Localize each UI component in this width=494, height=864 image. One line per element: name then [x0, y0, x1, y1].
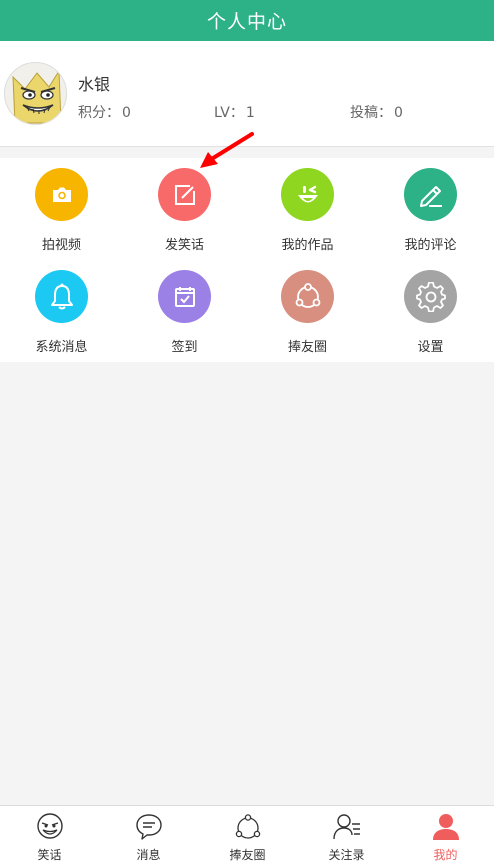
tab-label: 捧友圈	[229, 848, 266, 862]
menu-item-my-comments[interactable]: 我的评论	[369, 158, 492, 260]
menu-item-label: 设置	[417, 340, 444, 355]
wink-face-icon	[297, 185, 318, 202]
menu-item-icon-bg	[158, 168, 211, 221]
tab-label: 消息	[136, 848, 161, 862]
page-title: 个人中心	[206, 11, 287, 33]
pencil-icon	[419, 185, 442, 207]
level-stat: LV： 1	[214, 102, 255, 122]
score-label: 积分：	[78, 105, 120, 121]
circle-nodes-icon	[295, 282, 320, 308]
menu-item-settings[interactable]: 设置	[369, 260, 492, 362]
tab-messages[interactable]: 消息	[99, 806, 198, 864]
score-value: 0	[122, 105, 131, 121]
menu-item-post-joke[interactable]: 发笑话	[123, 158, 246, 260]
menu-item-icon-bg	[404, 168, 457, 221]
username: 水银	[78, 75, 111, 94]
edit-icon	[174, 184, 195, 205]
cartoon-face-icon	[12, 69, 62, 124]
person-icon	[433, 814, 459, 840]
bell-icon	[50, 283, 73, 309]
title-bar: 个人中心	[0, 0, 494, 41]
menu-item-label: 发笑话	[164, 238, 204, 253]
menu-item-system-messages[interactable]: 系统消息	[0, 260, 123, 362]
annotation-arrow-icon	[200, 132, 254, 168]
menu-item-icon-bg	[281, 168, 334, 221]
menu-item-icon-bg	[158, 270, 211, 323]
contacts-icon	[333, 814, 360, 840]
menu-item-sign-in[interactable]: 签到	[123, 260, 246, 362]
chat-bubble-icon	[136, 814, 162, 840]
posts-label: 投稿：	[350, 105, 392, 121]
tab-label: 笑话	[37, 848, 62, 862]
gear-icon	[415, 281, 446, 312]
menu-item-icon-bg	[404, 270, 457, 323]
menu-item-label: 拍视频	[41, 238, 81, 253]
menu-item-label: 我的评论	[404, 238, 457, 253]
circle-nodes-icon	[235, 814, 261, 839]
tab-mine[interactable]: 我的	[396, 806, 494, 864]
menu-item-shoot-video[interactable]: 拍视频	[0, 158, 123, 260]
menu-item-icon-bg	[281, 270, 334, 323]
tab-label: 我的	[433, 848, 458, 862]
menu-grid: 拍视频 发笑话 我的作品 我的评论 系统消息 签到 捧友圈 设置	[0, 158, 494, 362]
level-label: LV：	[214, 105, 244, 121]
bottom-tab-bar: 笑话 消息 捧友圈 关注录 我的	[0, 805, 494, 864]
score-stat: 积分： 0	[78, 102, 131, 122]
menu-item-icon-bg	[35, 270, 88, 323]
menu-item-label: 捧友圈	[287, 340, 327, 355]
troll-face-icon	[37, 813, 63, 839]
camera-icon	[52, 187, 71, 202]
level-value: 1	[245, 105, 255, 121]
menu-item-friends-circle[interactable]: 捧友圈	[246, 260, 369, 362]
menu-item-label: 系统消息	[35, 340, 88, 355]
tab-friends-circle[interactable]: 捧友圈	[198, 806, 297, 864]
menu-item-my-works[interactable]: 我的作品	[246, 158, 369, 260]
avatar[interactable]	[4, 62, 67, 125]
calendar-check-icon	[174, 286, 195, 307]
tab-label: 关注录	[328, 848, 365, 862]
posts-value: 0	[394, 105, 403, 121]
menu-item-label: 我的作品	[281, 238, 334, 253]
menu-item-label: 签到	[171, 340, 198, 355]
tab-following[interactable]: 关注录	[297, 806, 396, 864]
posts-stat: 投稿： 0	[350, 102, 403, 122]
tab-jokes[interactable]: 笑话	[0, 806, 99, 864]
menu-item-icon-bg	[35, 168, 88, 221]
